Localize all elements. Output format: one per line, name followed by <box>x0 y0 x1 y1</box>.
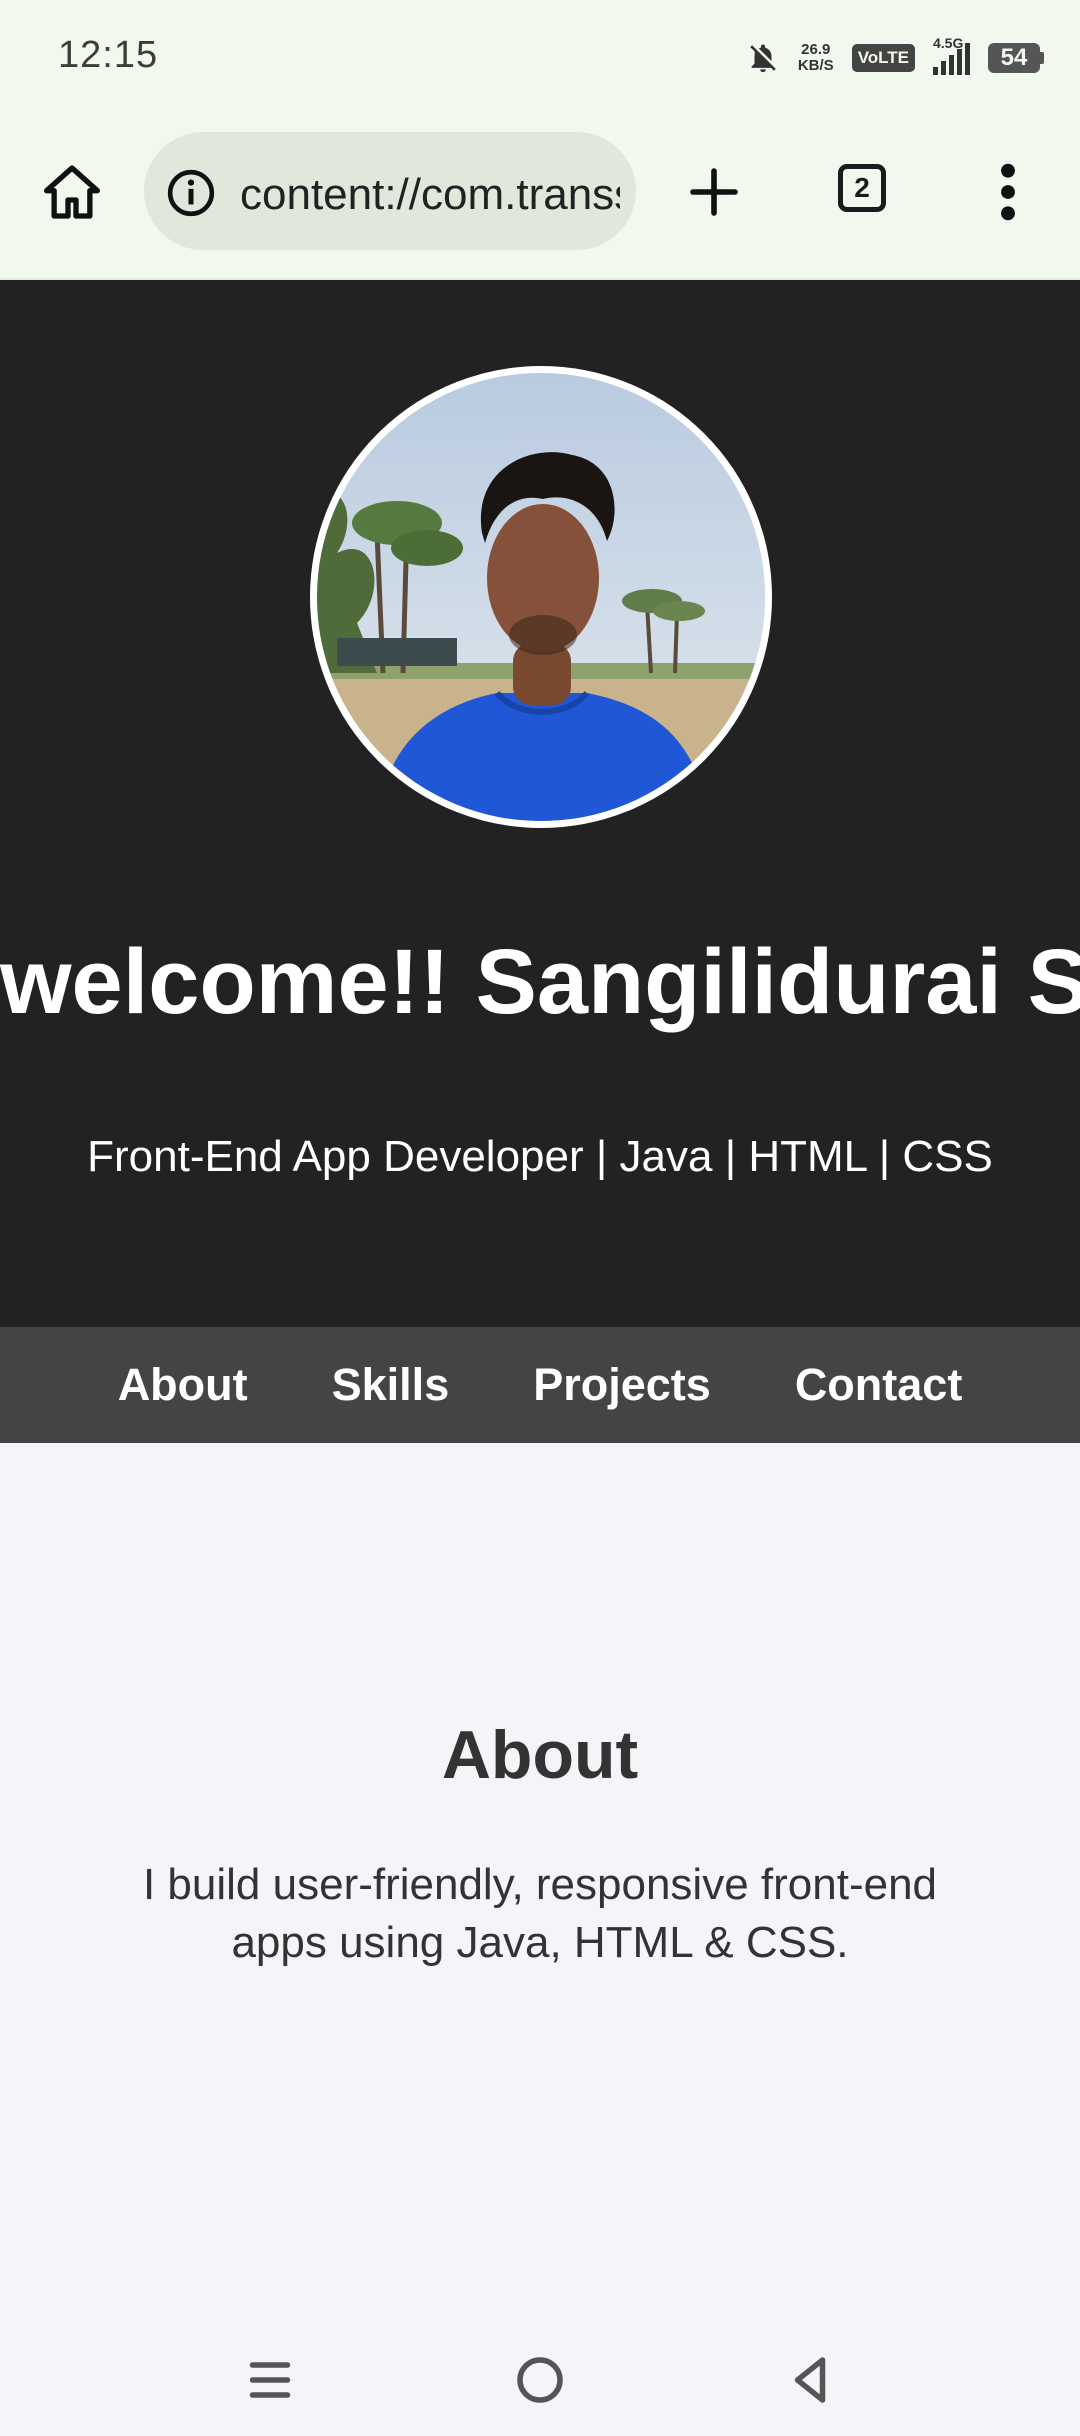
nav-about-link[interactable]: About <box>118 1359 248 1411</box>
new-tab-icon[interactable] <box>686 164 742 220</box>
battery-level: 54 <box>988 43 1040 73</box>
profile-photo <box>310 366 772 828</box>
page-subtitle: Front-End App Developer | Java | HTML | … <box>87 1132 993 1181</box>
about-text: I build user-friendly, responsive front-… <box>142 1860 938 1967</box>
status-bar: 12:15 26.9 KB/S VoLTE 4.5G 54 <box>0 0 1080 120</box>
net-speed: 26.9 KB/S <box>798 42 834 74</box>
status-time: 12:15 <box>58 34 159 76</box>
page-title: welcome!! Sangilidurai S <box>0 931 1080 1033</box>
battery-icon: 54 <box>988 43 1044 73</box>
status-icons: 26.9 KB/S VoLTE 4.5G 54 <box>746 35 1044 80</box>
network-type: 4.5G <box>933 35 964 51</box>
system-nav-bar <box>0 2330 1080 2436</box>
header: welcome!! Sangilidurai S Front-End App D… <box>0 280 1080 1327</box>
nav-projects-link[interactable]: Projects <box>533 1359 711 1411</box>
about-heading: About <box>441 1717 639 1793</box>
address-bar[interactable]: content://com.transsion.filemanager <box>144 132 636 250</box>
more-options-icon[interactable] <box>1000 160 1016 224</box>
url-text[interactable]: content://com.transsion.filemanager <box>240 170 620 220</box>
volte-badge: VoLTE <box>851 44 915 72</box>
tab-switcher-button[interactable]: 2 <box>838 164 886 212</box>
bell-off-icon <box>750 44 776 73</box>
nav-contact-link[interactable]: Contact <box>795 1359 963 1411</box>
net-speed-value: 26.9 <box>801 41 831 58</box>
home-button-icon[interactable] <box>510 2350 570 2410</box>
profile-photo-image <box>317 373 765 821</box>
main-nav: About Skills Projects Contact <box>0 1327 1080 1443</box>
recent-apps-icon[interactable] <box>240 2350 300 2410</box>
net-speed-unit: KB/S <box>797 57 834 74</box>
nav-skills-link[interactable]: Skills <box>332 1359 450 1411</box>
signal-icon: 4.5G <box>933 35 970 75</box>
home-icon[interactable] <box>40 160 104 224</box>
info-icon[interactable] <box>166 168 216 218</box>
back-icon[interactable] <box>780 2350 840 2410</box>
browser-toolbar: content://com.transsion.filemanager 2 <box>0 120 1080 280</box>
